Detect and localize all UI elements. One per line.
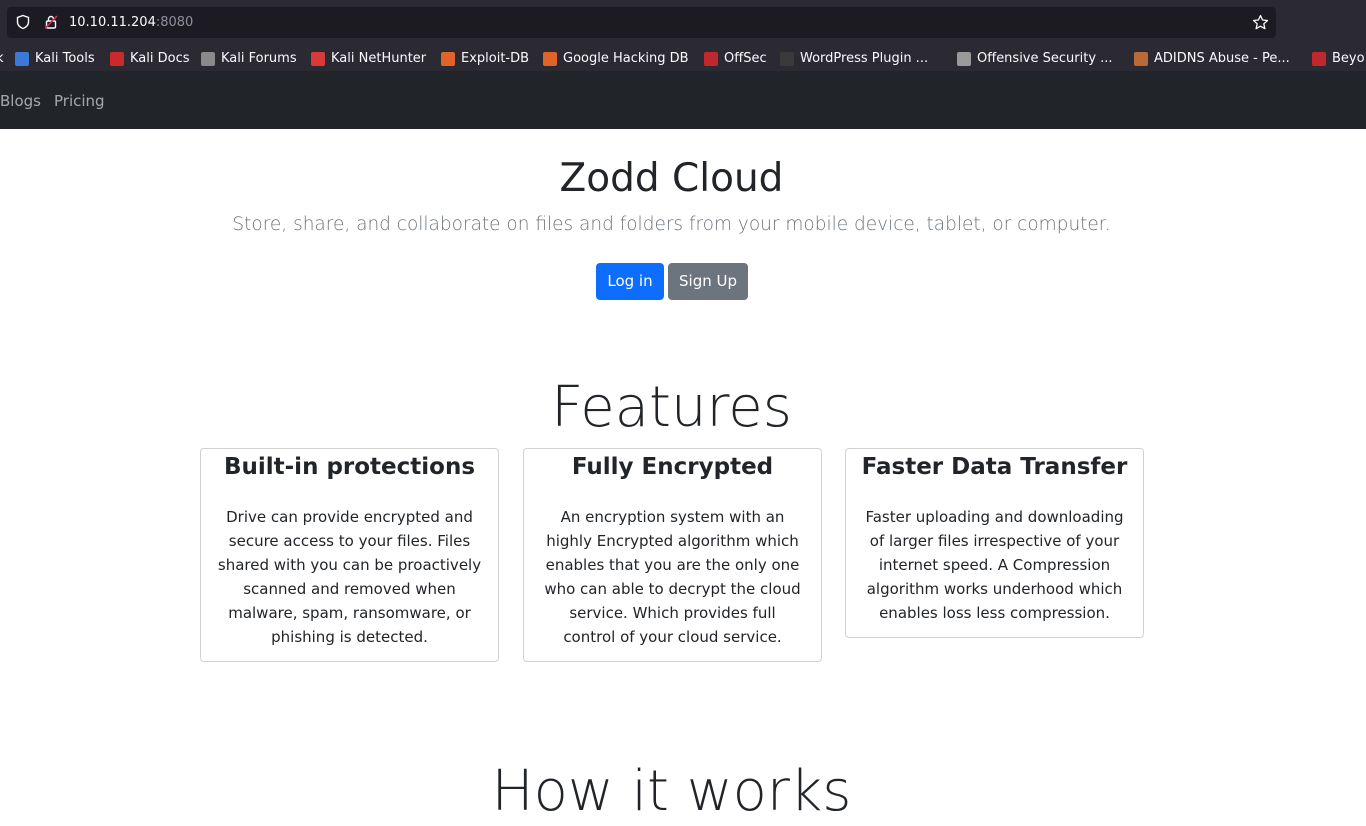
feature-card-title: Faster Data Transfer <box>861 454 1128 480</box>
insecure-lock-icon[interactable] <box>43 14 59 30</box>
bookmark-label: Kali NetHunter <box>331 51 427 66</box>
feature-card-text: Drive can provide encrypted and secure a… <box>217 508 482 646</box>
how-it-works-heading: How it works <box>491 759 852 824</box>
feature-card-text: An encryption system with an highly Encr… <box>544 508 801 646</box>
favicon-icon <box>201 51 215 66</box>
feature-card-title: Built-in protections <box>223 454 476 480</box>
bookmark-kali-docs[interactable]: Kali Docs <box>110 49 190 68</box>
favicon-icon <box>441 51 455 66</box>
bookmark-google-hacking-db[interactable]: Google Hacking DB <box>543 49 689 68</box>
login-button[interactable]: Log in <box>596 263 664 300</box>
favicon-icon <box>110 51 124 66</box>
signup-button[interactable]: Sign Up <box>668 263 748 300</box>
url-text[interactable]: 10.10.11.204:8080 <box>69 14 193 31</box>
favicon-icon <box>1134 51 1148 66</box>
nav-link-blogs[interactable]: Blogs <box>0 92 41 110</box>
hero-subtitle: Store, share, and collaborate on files a… <box>232 214 1111 235</box>
bookmark-offensive-security[interactable]: Offensive Security ... <box>957 49 1113 68</box>
bookmark-label: k <box>0 51 4 66</box>
favicon-icon <box>543 51 557 66</box>
bookmark-exploit-db[interactable]: Exploit-DB <box>441 49 529 68</box>
bookmark-label: Kali Docs <box>130 51 190 66</box>
address-bar[interactable]: 10.10.11.204:8080 <box>7 7 1276 38</box>
bookmark-star-icon[interactable] <box>1252 14 1269 31</box>
features-heading: Features <box>551 375 792 440</box>
bookmark-label: ADIDNS Abuse - Pe... <box>1154 51 1290 66</box>
favicon-icon <box>1312 51 1326 66</box>
hero-title: Zodd Cloud <box>559 156 784 201</box>
shield-icon[interactable] <box>15 14 31 30</box>
feature-card-transfer: Faster Data Transfer Faster uploading an… <box>845 448 1144 638</box>
feature-card-protections: Built-in protections Drive can provide e… <box>200 448 499 662</box>
bookmark-kali-tools[interactable]: Kali Tools <box>15 49 95 68</box>
bookmark-label: WordPress Plugin ... <box>800 51 929 66</box>
favicon-icon <box>780 51 794 66</box>
favicon-icon <box>957 51 971 66</box>
feature-card-title: Fully Encrypted <box>571 454 774 480</box>
bookmark-label: Kali Tools <box>35 51 95 66</box>
bookmark-kali-nethunter[interactable]: Kali NetHunter <box>311 49 426 68</box>
bookmark-offsec[interactable]: OffSec <box>704 49 767 68</box>
site-navbar: Blogs Pricing <box>0 71 1366 129</box>
bookmark-label: Kali Forums <box>221 51 297 66</box>
url-host: 10.10.11.204 <box>69 15 156 30</box>
bookmark-label: Beyo <box>1332 51 1365 66</box>
bookmark-label: Exploit-DB <box>461 51 530 66</box>
feature-card-encrypted: Fully Encrypted An encryption system wit… <box>523 448 822 662</box>
bookmarks-toolbar: k Kali Tools Kali Docs Kali Forums Kali NetH… <box>0 46 1366 71</box>
bookmark-wordpress-plugin[interactable]: WordPress Plugin ... <box>780 49 928 68</box>
bookmark-adidns-abuse[interactable]: ADIDNS Abuse - Pe... <box>1134 49 1290 68</box>
url-port: :8080 <box>155 15 194 30</box>
bookmark-label: OffSec <box>724 51 767 66</box>
favicon-icon <box>704 51 718 66</box>
browser-toolbar: 10.10.11.204:8080 <box>0 0 1366 46</box>
bookmark-label: Offensive Security ... <box>977 51 1113 66</box>
favicon-icon <box>311 51 325 66</box>
bookmark-beyond[interactable]: Beyo <box>1312 49 1365 68</box>
bookmark-kali-forums[interactable]: Kali Forums <box>201 49 297 68</box>
bookmark-label: Google Hacking DB <box>563 51 689 66</box>
feature-card-text: Faster uploading and downloading of larg… <box>865 508 1124 622</box>
favicon-icon <box>15 51 29 66</box>
bookmark-partial[interactable]: k <box>0 49 4 68</box>
nav-link-pricing[interactable]: Pricing <box>54 92 105 110</box>
